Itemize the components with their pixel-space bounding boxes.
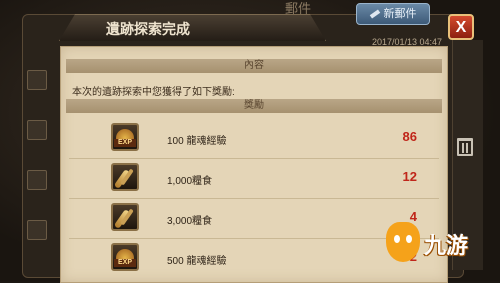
food-ration-icon: [111, 203, 139, 231]
reward-name: 3,000糧食: [167, 216, 213, 227]
reward-name: 1,000糧食: [167, 176, 213, 187]
content-header: 內容: [66, 59, 442, 73]
reward-row: EXP 100 龍魂經驗 86: [61, 123, 447, 159]
dialog-title: 遺跡探索完成: [106, 21, 190, 37]
reward-row: 1,000糧食 12: [61, 163, 447, 199]
exp-scroll-icon: EXP: [111, 243, 139, 271]
mail-description: 本次的遺跡探索中您獲得了如下獎勵:: [72, 87, 235, 98]
food-ration-icon: [111, 163, 139, 191]
exp-scroll-icon: EXP: [111, 123, 139, 151]
reward-header: 獎勵: [66, 99, 442, 113]
title-bar: [59, 14, 326, 41]
watermark-text: 九游: [424, 233, 469, 258]
reward-quantity: 86: [402, 129, 417, 144]
jiuyou-watermark: 九游: [384, 220, 494, 270]
reward-quantity: 12: [402, 169, 417, 184]
trash-icon[interactable]: [457, 138, 473, 156]
jiuyou-logo-icon: [386, 222, 420, 262]
reward-name: 100 龍魂經驗: [167, 136, 227, 147]
reward-name: 500 龍魂經驗: [167, 256, 227, 267]
